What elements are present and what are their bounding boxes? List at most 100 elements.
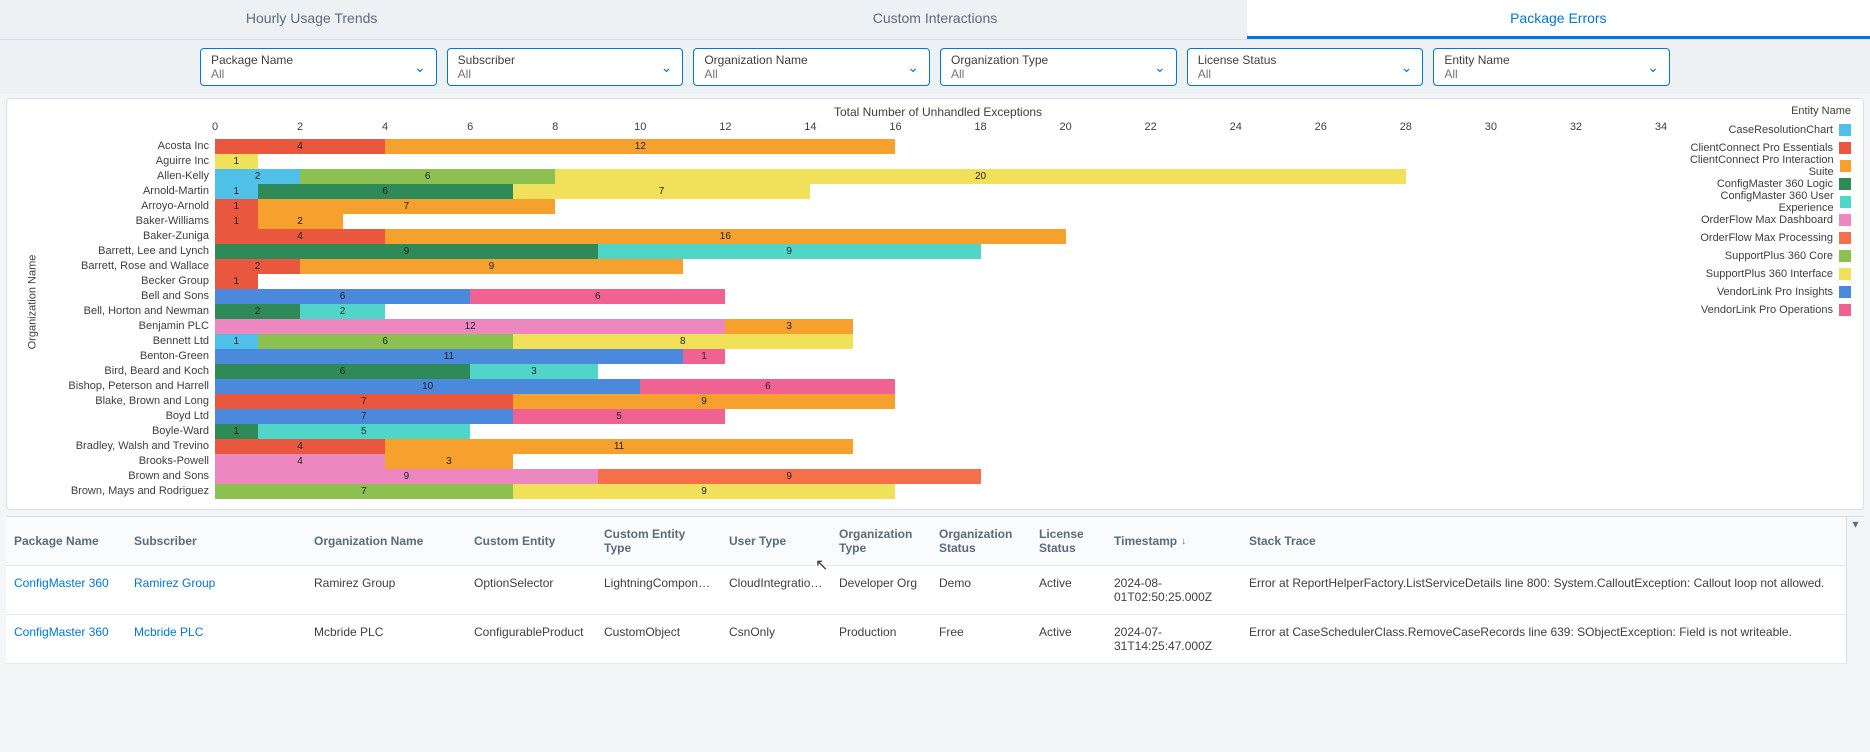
bar-segment[interactable]: 9 (598, 469, 981, 484)
tab-package-errors[interactable]: Package Errors (1247, 0, 1870, 39)
bar-segment[interactable]: 2 (258, 214, 343, 229)
bar-segment[interactable]: 6 (258, 184, 513, 199)
bar-segment[interactable]: 3 (725, 319, 853, 334)
bar-row[interactable]: 99 (215, 244, 1661, 259)
tab-custom-interactions[interactable]: Custom Interactions (623, 0, 1246, 39)
bar-segment[interactable]: 1 (215, 274, 258, 289)
bar-segment[interactable]: 11 (385, 439, 853, 454)
cell-subscriber[interactable]: Ramirez Group (126, 566, 306, 614)
table-scroll-indicator[interactable]: ▾ (1846, 517, 1864, 664)
legend-item[interactable]: OrderFlow Max Processing (1671, 229, 1851, 247)
bar-row[interactable]: 168 (215, 334, 1661, 349)
bar-row[interactable]: 1 (215, 274, 1661, 289)
bar-row[interactable]: 15 (215, 424, 1661, 439)
bar-row[interactable]: 123 (215, 319, 1661, 334)
legend-item[interactable]: CaseResolutionChart (1671, 121, 1851, 139)
bar-segment[interactable]: 8 (513, 334, 853, 349)
bar-segment[interactable]: 1 (215, 199, 258, 214)
column-header-stack-trace[interactable]: Stack Trace (1241, 517, 1846, 565)
bar-row[interactable]: 411 (215, 439, 1661, 454)
bar-segment[interactable]: 2 (300, 304, 385, 319)
bar-row[interactable]: 1 (215, 154, 1661, 169)
bar-segment[interactable]: 1 (215, 424, 258, 439)
bar-segment[interactable]: 12 (385, 139, 895, 154)
filter-package-name[interactable]: Package NameAll⌄ (200, 48, 437, 86)
column-header-custom-entity[interactable]: Custom Entity (466, 517, 596, 565)
bar-row[interactable]: 29 (215, 259, 1661, 274)
bar-segment[interactable]: 9 (300, 259, 683, 274)
filter-organization-type[interactable]: Organization TypeAll⌄ (940, 48, 1177, 86)
cell-package-name[interactable]: ConfigMaster 360 (6, 615, 126, 663)
bar-segment[interactable]: 10 (215, 379, 640, 394)
bar-row[interactable]: 412 (215, 139, 1661, 154)
bar-segment[interactable]: 1 (215, 184, 258, 199)
cell-subscriber[interactable]: Mcbride PLC (126, 615, 306, 663)
bar-segment[interactable]: 5 (258, 424, 471, 439)
bar-segment[interactable]: 2 (215, 304, 300, 319)
bar-row[interactable]: 75 (215, 409, 1661, 424)
column-header-custom-entity-type[interactable]: Custom Entity Type (596, 517, 721, 565)
legend-item[interactable]: VendorLink Pro Operations (1671, 301, 1851, 319)
column-header-package-name[interactable]: Package Name (6, 517, 126, 565)
bar-row[interactable]: 167 (215, 184, 1661, 199)
legend-item[interactable]: SupportPlus 360 Core (1671, 247, 1851, 265)
bar-row[interactable]: 63 (215, 364, 1661, 379)
legend-item[interactable]: ClientConnect Pro Interaction Suite (1671, 157, 1851, 175)
bar-segment[interactable]: 4 (215, 439, 385, 454)
bar-row[interactable]: 12 (215, 214, 1661, 229)
bar-row[interactable]: 2620 (215, 169, 1661, 184)
bar-row[interactable]: 106 (215, 379, 1661, 394)
bar-segment[interactable]: 6 (215, 364, 470, 379)
bar-row[interactable]: 111 (215, 349, 1661, 364)
bar-segment[interactable]: 6 (470, 289, 725, 304)
filter-subscriber[interactable]: SubscriberAll⌄ (447, 48, 684, 86)
bar-row[interactable]: 79 (215, 484, 1661, 499)
bar-segment[interactable]: 7 (258, 199, 556, 214)
bar-segment[interactable]: 1 (683, 349, 726, 364)
bar-segment[interactable]: 9 (513, 484, 896, 499)
filter-entity-name[interactable]: Entity NameAll⌄ (1433, 48, 1670, 86)
column-header-license-status[interactable]: License Status (1031, 517, 1106, 565)
bar-segment[interactable]: 16 (385, 229, 1065, 244)
bar-segment[interactable]: 1 (215, 154, 258, 169)
bar-row[interactable]: 22 (215, 304, 1661, 319)
bar-segment[interactable]: 9 (598, 244, 981, 259)
bar-segment[interactable]: 2 (215, 169, 300, 184)
bar-segment[interactable]: 4 (215, 229, 385, 244)
column-header-organization-type[interactable]: Organization Type (831, 517, 931, 565)
bar-segment[interactable]: 1 (215, 214, 258, 229)
bar-segment[interactable]: 9 (215, 244, 598, 259)
bar-segment[interactable]: 7 (513, 184, 811, 199)
bar-row[interactable]: 43 (215, 454, 1661, 469)
legend-item[interactable]: SupportPlus 360 Interface (1671, 265, 1851, 283)
bar-segment[interactable]: 9 (215, 469, 598, 484)
bar-segment[interactable]: 7 (215, 394, 513, 409)
tab-hourly-usage-trends[interactable]: Hourly Usage Trends (0, 0, 623, 39)
bar-segment[interactable]: 7 (215, 484, 513, 499)
bar-segment[interactable]: 6 (258, 334, 513, 349)
bar-segment[interactable]: 6 (640, 379, 895, 394)
legend-item[interactable]: VendorLink Pro Insights (1671, 283, 1851, 301)
bar-segment[interactable]: 1 (215, 334, 258, 349)
bar-row[interactable]: 66 (215, 289, 1661, 304)
column-header-organization-name[interactable]: Organization Name (306, 517, 466, 565)
bar-row[interactable]: 416 (215, 229, 1661, 244)
bar-segment[interactable]: 6 (215, 289, 470, 304)
bar-segment[interactable]: 2 (215, 259, 300, 274)
bar-segment[interactable]: 7 (215, 409, 513, 424)
bar-segment[interactable]: 6 (300, 169, 555, 184)
column-header-timestamp[interactable]: Timestamp↓ (1106, 517, 1241, 565)
bar-segment[interactable]: 9 (513, 394, 896, 409)
bar-segment[interactable]: 3 (385, 454, 513, 469)
bar-segment[interactable]: 4 (215, 139, 385, 154)
cell-package-name[interactable]: ConfigMaster 360 (6, 566, 126, 614)
bar-segment[interactable]: 5 (513, 409, 726, 424)
bar-segment[interactable]: 12 (215, 319, 725, 334)
bar-segment[interactable]: 11 (215, 349, 683, 364)
bar-row[interactable]: 79 (215, 394, 1661, 409)
bar-row[interactable]: 17 (215, 199, 1661, 214)
bar-segment[interactable]: 3 (470, 364, 598, 379)
column-header-user-type[interactable]: User Type (721, 517, 831, 565)
legend-item[interactable]: ConfigMaster 360 User Experience (1671, 193, 1851, 211)
bar-segment[interactable]: 4 (215, 454, 385, 469)
